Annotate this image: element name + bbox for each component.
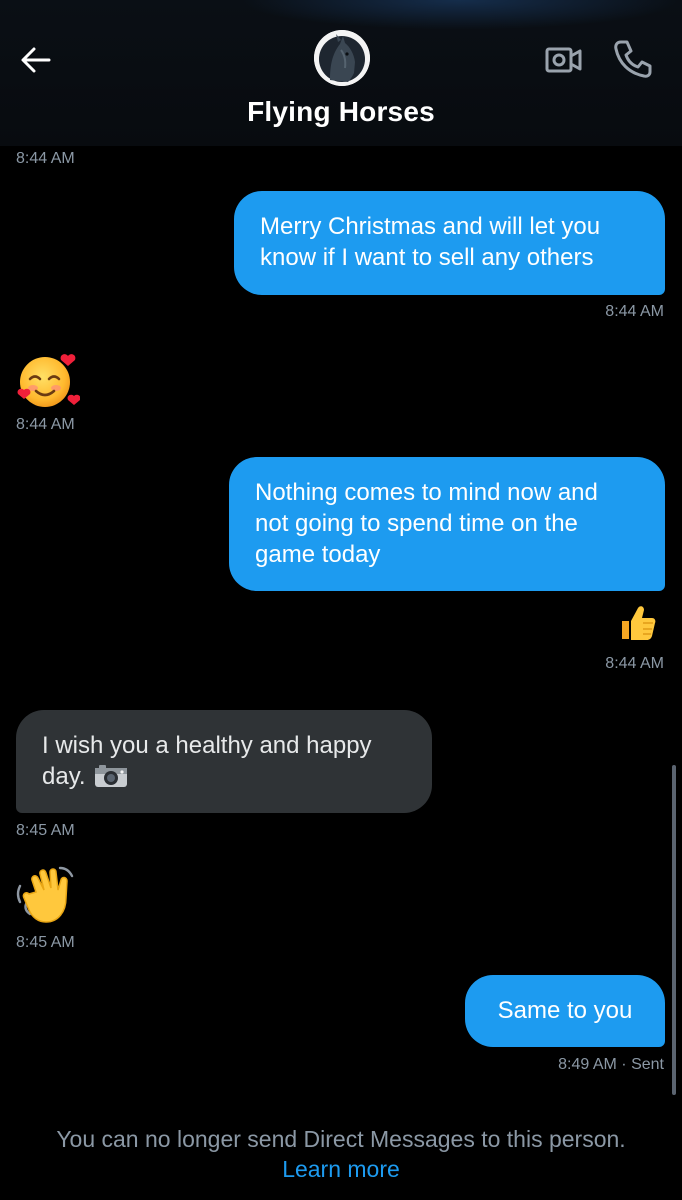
message-line: know if I want to sell any others: [260, 244, 594, 271]
message-timestamp: 8:45 AM: [16, 822, 75, 839]
conversation-title[interactable]: Flying Horses: [0, 96, 682, 128]
message-line: Nothing comes to mind now and: [255, 479, 598, 506]
message-line: Merry Christmas and will let you: [260, 213, 601, 240]
learn-more-link[interactable]: Learn more: [0, 1156, 682, 1183]
horse-avatar-image: [314, 30, 370, 86]
waving-hand-icon: [16, 866, 74, 923]
message-line: not going to spend time on the: [255, 510, 578, 537]
message-timestamp: 8:44 AM: [605, 303, 664, 320]
video-call-button[interactable]: [544, 40, 584, 80]
dm-restriction-notice: You can no longer send Direct Messages t…: [56, 1126, 626, 1152]
waving-hand-emoji[interactable]: [14, 864, 82, 928]
message-timestamp: 8:44 AM: [16, 150, 75, 167]
message-line: game today: [255, 541, 381, 568]
scrollbar[interactable]: [672, 765, 676, 1095]
message-line: Same to you: [497, 997, 633, 1024]
arrow-left-icon: [21, 47, 51, 73]
thumbs-up-emoji[interactable]: [618, 603, 658, 643]
sent-status: Sent: [631, 1056, 664, 1073]
smiling-face-with-hearts-icon: [17, 354, 81, 407]
incoming-message[interactable]: I wish you a healthy and happy day.: [16, 710, 432, 813]
thumbs-up-icon: [622, 606, 656, 640]
message-line: I wish you a healthy and happy: [42, 732, 372, 759]
video-camera-icon: [545, 47, 582, 73]
phone-icon: [614, 40, 652, 78]
message-line: day.: [42, 763, 86, 790]
camera-emoji: [94, 764, 128, 796]
message-timestamp: 8:45 AM: [16, 934, 75, 951]
outgoing-message[interactable]: Nothing comes to mind now and not going …: [229, 457, 665, 591]
dm-screen: Flying Horses 8:44 AM Merry Christmas an…: [0, 0, 682, 1200]
back-button[interactable]: [16, 40, 56, 80]
voice-call-button[interactable]: [612, 38, 654, 80]
outgoing-message[interactable]: Same to you: [465, 975, 665, 1047]
smiling-face-with-hearts-emoji[interactable]: [16, 348, 81, 412]
message-status: 8:49 AM · Sent: [558, 1056, 664, 1073]
message-timestamp: 8:44 AM: [605, 655, 664, 672]
outgoing-message[interactable]: Merry Christmas and will let you know if…: [234, 191, 665, 295]
conversation-header: Flying Horses: [0, 0, 682, 146]
camera-icon: [95, 765, 128, 787]
message-timestamp: 8:49 AM: [558, 1056, 617, 1073]
avatar[interactable]: [314, 30, 370, 86]
message-timestamp: 8:44 AM: [16, 416, 75, 433]
